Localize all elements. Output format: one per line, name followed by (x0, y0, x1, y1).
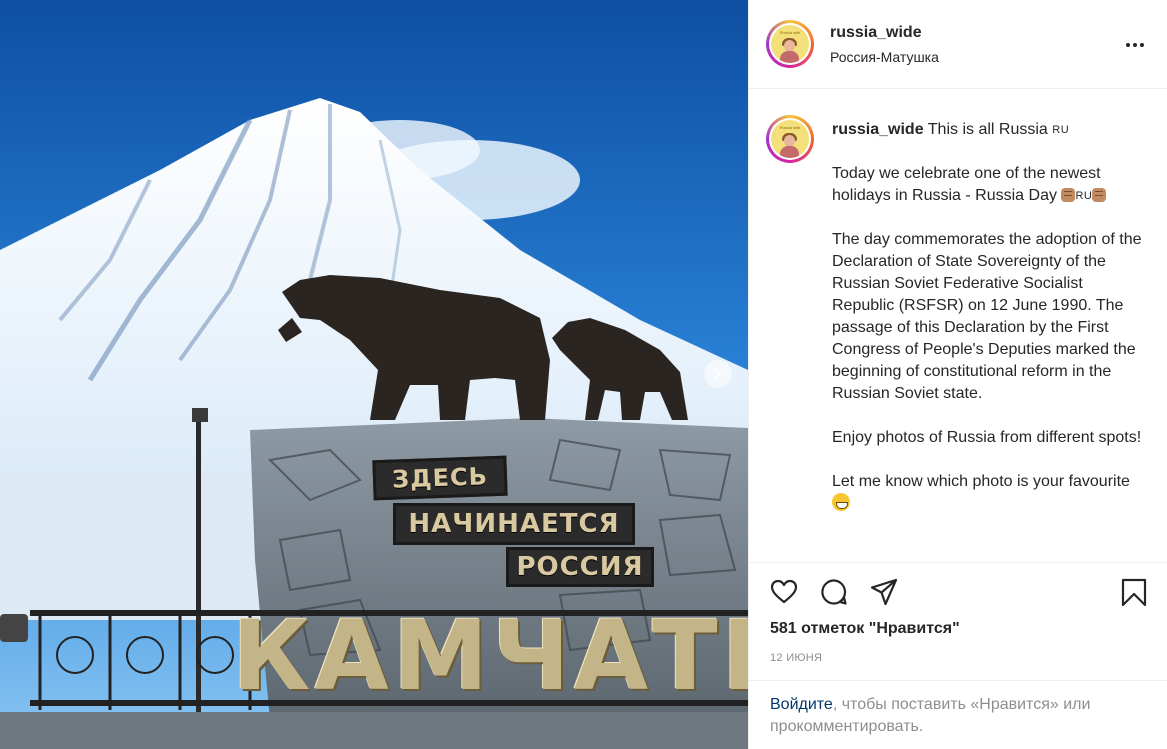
caption-paragraph-3: Enjoy photos of Russia from different sp… (832, 429, 1142, 446)
post-photo[interactable]: ЗДЕСЬ НАЧИНАЕТСЯ РОССИЯ КАМЧАТК (0, 0, 748, 749)
fist-emoji-icon (1092, 188, 1107, 202)
flag-code: RU (1075, 190, 1093, 202)
caption-text: russia_wide This is all Russia RU Today … (832, 119, 1142, 537)
caption-username[interactable]: russia_wide (832, 121, 924, 138)
sign-line-2: НАЧИНАЕТСЯ (393, 503, 635, 545)
action-bar: 581 отметок "Нравится" 12 ИЮНЯ (749, 562, 1167, 690)
likes-count[interactable]: 581 отметок "Нравится" (770, 620, 960, 638)
share-icon[interactable] (869, 577, 899, 607)
post-side-panel: Russia with Yulenka russia_wide Россия-М… (748, 0, 1167, 749)
bookmark-icon[interactable] (1119, 577, 1149, 607)
more-icon[interactable] (1123, 33, 1147, 57)
sign-line-3: РОССИЯ (506, 547, 654, 587)
caption-paragraph-2: The day commemorates the adoption of the… (832, 231, 1142, 402)
chevron-right-icon (715, 369, 722, 379)
ground-word: КАМЧАТК (232, 600, 748, 712)
avatar-tag: Russia with Yulenka (779, 30, 801, 35)
login-link[interactable]: Войдите (770, 696, 833, 713)
fist-emoji-icon (1061, 188, 1076, 202)
post-date[interactable]: 12 ИЮНЯ (770, 652, 822, 664)
login-prompt: Войдите, чтобы поставить «Нравится» или … (749, 680, 1167, 749)
post-username[interactable]: russia_wide (830, 24, 922, 42)
heart-icon[interactable] (769, 577, 799, 607)
caption-paragraph-4: Let me know which photo is your favourit… (832, 473, 1130, 490)
comment-icon[interactable] (819, 577, 849, 607)
post-location[interactable]: Россия-Матушка (830, 49, 939, 65)
caption-area: Russia with Yulenka russia_wide This is … (749, 89, 1167, 562)
caption-avatar[interactable]: Russia with Yulenka (766, 115, 814, 163)
avatar[interactable]: Russia with Yulenka (766, 20, 814, 68)
grin-emoji-icon (832, 493, 850, 511)
next-photo-button[interactable] (704, 360, 732, 388)
post-header: Russia with Yulenka russia_wide Россия-М… (749, 0, 1167, 89)
caption-title: This is all Russia (927, 121, 1048, 138)
caption-paragraph-1: Today we celebrate one of the newest hol… (832, 165, 1101, 204)
flag-code: RU (1052, 124, 1070, 136)
sign-line-1: ЗДЕСЬ (372, 455, 508, 501)
